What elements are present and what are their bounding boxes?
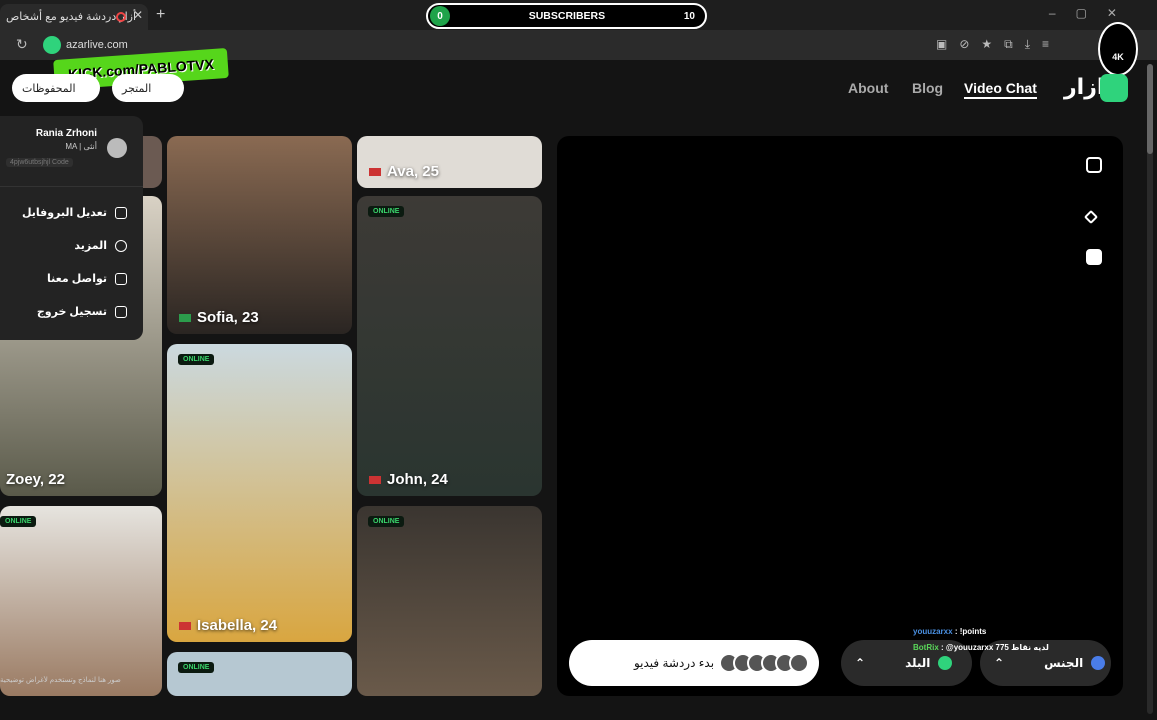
logout-icon [115, 305, 127, 318]
recording-icon [116, 12, 126, 22]
url-field[interactable]: azarlive.com [66, 39, 128, 51]
store-label: المتجر [122, 82, 152, 95]
nav-blog[interactable]: Blog [912, 80, 943, 96]
card-name: Zoey, 22 [6, 471, 65, 488]
menu-contact[interactable]: تواصل معنا [47, 272, 127, 285]
reload-icon[interactable]: ↻ [16, 36, 28, 53]
disclaimer-caption: صور هنا لنماذج وتستخدم لأغراض توضيحية [0, 677, 121, 684]
profile-card[interactable]: ONLINE [167, 652, 352, 696]
profile-card[interactable]: ONLINE John, 24 [357, 196, 542, 496]
menu-edit-profile[interactable]: تعديل البروفايل [22, 206, 127, 219]
gender-icon [1091, 656, 1106, 670]
menu-divider [0, 186, 143, 187]
avatar [107, 138, 127, 158]
browser-tab[interactable]: أزار دردشة فيديو مع أشخاص ✕ [0, 4, 148, 30]
profile-code[interactable]: 4pjw6utbsjhjl Code [6, 158, 73, 167]
chevron-up-icon: ⌃ [994, 656, 1005, 670]
saved-button[interactable]: المحفوظات [12, 74, 100, 102]
brand-name[interactable]: ازار [1064, 74, 1104, 100]
channel-badge-logo: 4K [1098, 22, 1138, 76]
profile-card[interactable]: ONLINE [357, 506, 542, 696]
online-badge: ONLINE [178, 354, 215, 365]
close-tab-icon[interactable]: ✕ [133, 8, 143, 22]
profile-card[interactable]: Ava, 25 [357, 136, 542, 188]
subscriber-label: SUBSCRIBERS [528, 10, 606, 22]
gear-icon [115, 239, 127, 252]
card-name: John, 24 [369, 471, 448, 488]
site-icon[interactable] [43, 36, 61, 54]
nav-about[interactable]: About [848, 80, 888, 96]
saved-label: المحفوظات [22, 82, 76, 95]
start-label: بدء دردشة فيديو [633, 656, 715, 670]
profile-card[interactable]: ONLINE Isabella, 24 [167, 344, 352, 642]
gender-label: الجنس [1044, 656, 1084, 670]
window-controls[interactable]: –▢✕ [1049, 6, 1137, 20]
chevron-up-icon: ⌃ [855, 656, 866, 670]
chat-line-2: BotRix : @youuzarxx 775 لديه نقاط [913, 643, 1049, 652]
chat-line-1: youuzarxx : !points [913, 627, 987, 636]
store-button[interactable]: المتجر [112, 74, 184, 102]
nav-video-chat[interactable]: Video Chat [964, 80, 1037, 99]
card-name: Isabella, 24 [179, 617, 277, 634]
start-video-chat-button[interactable]: بدء دردشة فيديو [569, 640, 819, 686]
globe-icon [938, 656, 953, 670]
page-scrollbar[interactable] [1147, 64, 1153, 714]
online-badge: ONLINE [0, 516, 37, 527]
extension-icons[interactable]: ▣⊘★⧉⤓≡ [936, 37, 1061, 52]
profile-menu: Rania Zrhoni MA | أنثى 4pjw6utbsjhjl Cod… [0, 116, 143, 340]
magic-wand-icon[interactable] [1083, 209, 1099, 225]
user-icon [115, 206, 127, 219]
subscriber-goal-bar: 0 SUBSCRIBERS 10 [426, 3, 707, 29]
card-name: Sofia, 23 [179, 309, 259, 326]
card-name: Ava, 25 [369, 163, 439, 180]
brand-logo-icon[interactable] [1100, 74, 1128, 102]
profile-card[interactable]: ONLINE [0, 506, 162, 696]
face-filter-icon[interactable] [1086, 249, 1102, 265]
country-label: البلد [905, 656, 931, 670]
online-badge: ONLINE [368, 206, 405, 217]
profile-name: Rania Zrhoni [35, 128, 97, 139]
profile-meta: MA | أنثى [65, 142, 97, 151]
expand-icon[interactable] [1086, 157, 1102, 173]
menu-logout[interactable]: تسجيل خروج [37, 305, 127, 318]
subscriber-count: 0 [430, 6, 450, 26]
subscriber-goal: 10 [683, 10, 695, 22]
menu-more[interactable]: المزيد [74, 239, 127, 252]
new-tab-button[interactable]: + [156, 6, 165, 24]
video-panel [557, 136, 1123, 696]
avatar-stack [719, 653, 809, 673]
pencil-icon [115, 272, 127, 285]
online-badge: ONLINE [178, 662, 215, 673]
online-badge: ONLINE [368, 516, 405, 527]
profile-card[interactable]: Sofia, 23 [167, 136, 352, 334]
